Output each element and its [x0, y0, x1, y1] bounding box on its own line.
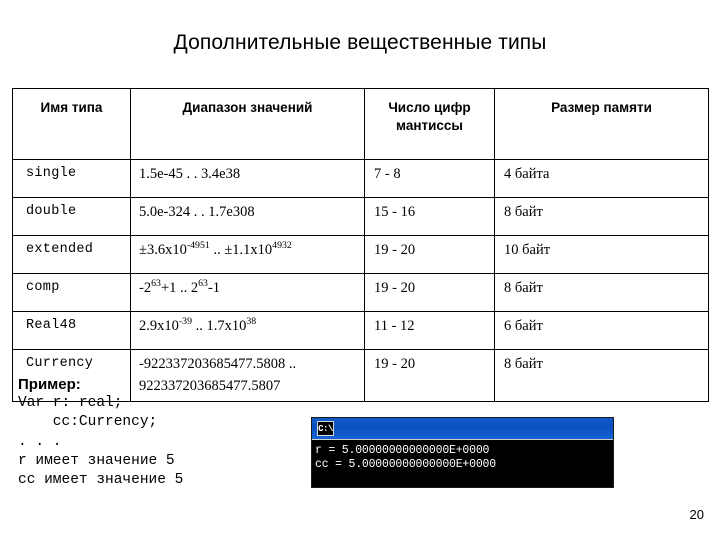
- column-header-memory-size-label: Размер памяти: [551, 100, 652, 115]
- cell-memory-size: 8 байт: [494, 197, 709, 236]
- range-value: ±3.6x10-4951 .. ±1.1x104932: [131, 240, 364, 262]
- table-row: single 1.5e-45 . . 3.4e38 7 - 8 4 байта: [12, 159, 709, 198]
- example-block: Пример: Var r: real; cc:Currency; . . . …: [18, 376, 308, 490]
- table-row: Real48 2.9x10-39 .. 1.7x1038 11 - 12 6 б…: [12, 311, 709, 350]
- digits-value: 19 - 20: [374, 242, 416, 258]
- type-name-value: Currency: [26, 356, 94, 371]
- digits-value: 19 - 20: [374, 280, 416, 296]
- range-a-tail: +1: [160, 280, 177, 296]
- cell-mantissa-digits: 19 - 20: [364, 349, 495, 402]
- table-row: comp -263+1 .. 263-1 19 - 20 8 байт: [12, 273, 709, 312]
- range-a-base: 2.9x10: [139, 318, 179, 334]
- cell-memory-size: 8 байт: [494, 273, 709, 312]
- cell-type-name: comp: [12, 273, 131, 312]
- range-value: -263+1 .. 263-1: [131, 278, 364, 300]
- cell-type-name: extended: [12, 235, 131, 274]
- cell-memory-size: 10 байт: [494, 235, 709, 274]
- page-title: Дополнительные вещественные типы: [173, 31, 547, 54]
- memory-value: 4 байта: [504, 166, 550, 182]
- cell-mantissa-digits: 19 - 20: [364, 235, 495, 274]
- column-header-range-label: Диапазон значений: [182, 100, 313, 115]
- digits-value: 11 - 12: [374, 318, 415, 334]
- type-name-value: Real48: [26, 318, 77, 333]
- column-header-type-name-label: Имя типа: [40, 100, 103, 115]
- range-a-exponent: 63: [151, 278, 161, 290]
- type-name-value: double: [26, 204, 77, 219]
- example-label: Пример:: [18, 376, 81, 393]
- cell-mantissa-digits: 11 - 12: [364, 311, 495, 350]
- type-name-value: single: [26, 166, 77, 181]
- cell-range: ±3.6x10-4951 .. ±1.1x104932: [130, 235, 365, 274]
- range-a-base: ±3.6x10: [139, 242, 187, 258]
- console-output: r = 5.00000000000000E+0000 cc = 5.000000…: [312, 440, 613, 473]
- range-b-exponent: 38: [246, 316, 257, 328]
- range-separator: ..: [209, 242, 225, 258]
- range-b-exponent: 4932: [272, 240, 292, 252]
- range-value: 5.0e-324 . . 1.7e308: [139, 204, 255, 220]
- range-a-exponent: -39: [178, 316, 192, 328]
- cell-memory-size: 4 байта: [494, 159, 709, 198]
- column-header-mantissa-digits-line2: мантиссы: [396, 118, 463, 134]
- column-header-memory-size: Размер памяти: [494, 88, 709, 160]
- digits-value: 15 - 16: [374, 204, 416, 220]
- range-a-exponent: -4951: [186, 240, 210, 252]
- memory-value: 6 байт: [504, 318, 543, 334]
- table-row: double 5.0e-324 . . 1.7e308 15 - 16 8 ба…: [12, 197, 709, 236]
- page-number: 20: [689, 507, 704, 522]
- column-header-mantissa-digits: Число цифр мантиссы: [364, 88, 495, 160]
- console-output-line-cc: cc = 5.00000000000000E+0000: [315, 458, 496, 472]
- range-b-base: ±1.1x10: [224, 242, 273, 258]
- digits-value: 7 - 8: [374, 166, 401, 182]
- cell-range: 1.5e-45 . . 3.4e38: [130, 159, 365, 198]
- real-types-table: Имя типа Диапазон значений Число цифр ма…: [12, 88, 709, 402]
- example-code: Var r: real; cc:Currency; . . . r имеет …: [18, 395, 184, 489]
- memory-value: 8 байт: [504, 356, 543, 372]
- range-value-line1: -922337203685477.5808 ..: [139, 356, 297, 372]
- range-separator: ..: [192, 318, 207, 334]
- cell-mantissa-digits: 19 - 20: [364, 273, 495, 312]
- cell-range: -263+1 .. 263-1: [130, 273, 365, 312]
- cell-mantissa-digits: 15 - 16: [364, 197, 495, 236]
- range-value: 1.5e-45 . . 3.4e38: [139, 166, 241, 182]
- range-b-tail: -1: [207, 280, 221, 296]
- cell-memory-size: 6 байт: [494, 311, 709, 350]
- range-b-base: 1.7x10: [206, 318, 247, 334]
- column-header-type-name: Имя типа: [12, 88, 131, 160]
- console-window: C:\ r = 5.00000000000000E+0000 cc = 5.00…: [311, 417, 614, 488]
- column-header-mantissa-digits-line1: Число цифр: [388, 100, 471, 115]
- table-row: extended ±3.6x10-4951 .. ±1.1x104932 19 …: [12, 235, 709, 274]
- cell-range: 5.0e-324 . . 1.7e308: [130, 197, 365, 236]
- memory-value: 8 байт: [504, 280, 543, 296]
- column-header-range: Диапазон значений: [130, 88, 365, 160]
- table-header-row: Имя типа Диапазон значений Число цифр ма…: [12, 88, 709, 160]
- range-value: 2.9x10-39 .. 1.7x1038: [131, 316, 364, 338]
- memory-value: 8 байт: [504, 204, 543, 220]
- cell-range: 2.9x10-39 .. 1.7x1038: [130, 311, 365, 350]
- console-output-line-r: r = 5.00000000000000E+0000: [315, 444, 490, 457]
- cell-type-name: Real48: [12, 311, 131, 350]
- cell-mantissa-digits: 7 - 8: [364, 159, 495, 198]
- type-name-value: comp: [26, 280, 60, 295]
- type-name-value: extended: [26, 242, 94, 257]
- digits-value: 19 - 20: [374, 356, 416, 372]
- memory-value: 10 байт: [504, 242, 551, 258]
- range-separator: ..: [176, 280, 191, 296]
- console-titlebar: C:\: [312, 418, 613, 440]
- cell-memory-size: 8 байт: [494, 349, 709, 402]
- range-a-base: -2: [139, 280, 152, 296]
- cell-type-name: double: [12, 197, 131, 236]
- cell-type-name: single: [12, 159, 131, 198]
- range-b-exponent: 63: [198, 278, 208, 290]
- command-prompt-icon: C:\: [317, 421, 334, 436]
